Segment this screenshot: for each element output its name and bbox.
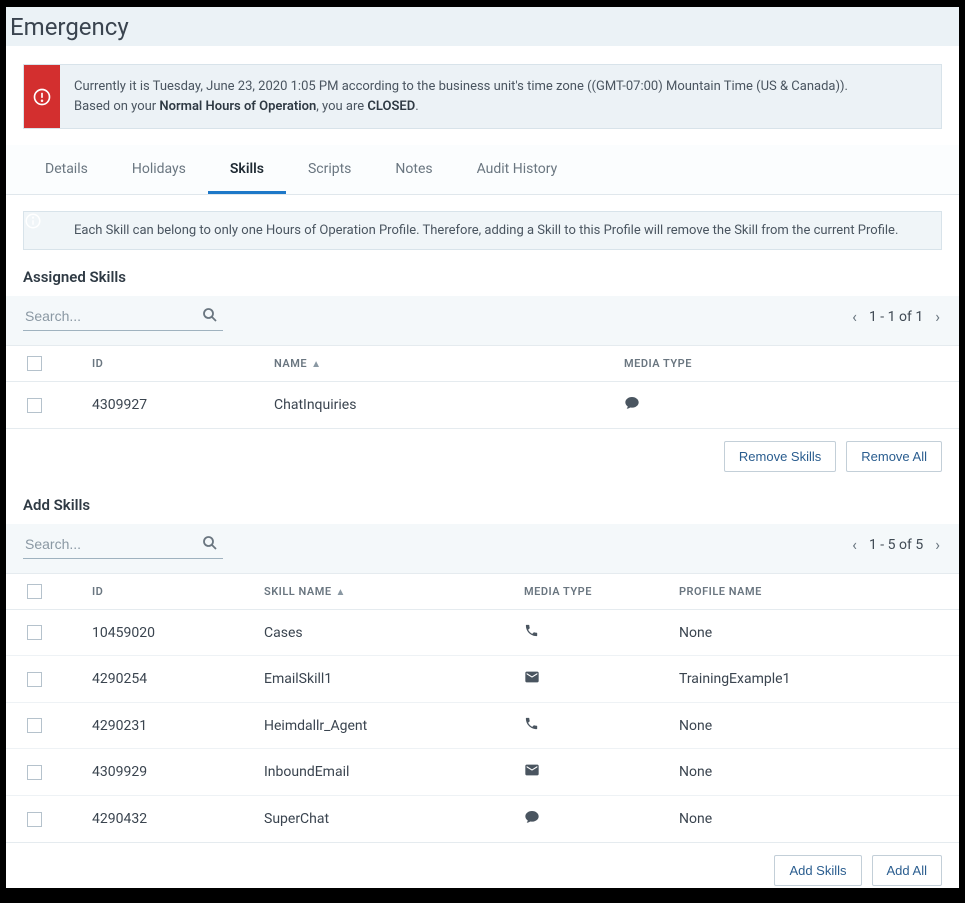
col-media-type[interactable]: MEDIA TYPE <box>612 346 959 382</box>
col-id[interactable]: ID <box>62 346 262 382</box>
tab-bar: Details Holidays Skills Scripts Notes Au… <box>6 145 959 195</box>
tab-audit-history[interactable]: Audit History <box>455 145 580 194</box>
cell-media <box>512 610 667 656</box>
cell-media <box>512 703 667 749</box>
row-checkbox[interactable] <box>27 812 42 827</box>
add-all-button[interactable]: Add All <box>872 855 942 886</box>
assigned-select-all[interactable] <box>27 356 42 371</box>
cell-id: 4290254 <box>62 656 252 703</box>
cell-skill-name: Heimdallr_Agent <box>252 703 512 749</box>
row-checkbox[interactable] <box>27 625 42 640</box>
status-alert: Currently it is Tuesday, June 23, 2020 1… <box>23 64 942 129</box>
cell-media <box>512 796 667 843</box>
alert-line1: Currently it is Tuesday, June 23, 2020 1… <box>74 79 848 94</box>
chat-icon <box>524 809 540 825</box>
email-icon <box>524 762 540 778</box>
remove-skills-button[interactable]: Remove Skills <box>724 441 836 472</box>
col-id[interactable]: ID <box>62 574 252 610</box>
assigned-next-icon[interactable]: › <box>933 307 942 326</box>
info-message: Each Skill can belong to only one Hours … <box>60 212 912 249</box>
tab-holidays[interactable]: Holidays <box>110 145 208 194</box>
add-prev-icon[interactable]: ‹ <box>850 535 859 554</box>
row-checkbox[interactable] <box>27 672 42 687</box>
row-checkbox[interactable] <box>27 398 42 413</box>
cell-profile: None <box>667 796 959 843</box>
cell-media <box>612 382 959 429</box>
add-search-wrap <box>23 530 223 559</box>
tab-notes[interactable]: Notes <box>373 145 454 194</box>
table-row: 4290432 SuperChat None <box>6 796 959 843</box>
add-skills-button[interactable]: Add Skills <box>774 855 861 886</box>
assigned-prev-icon[interactable]: ‹ <box>850 307 859 326</box>
table-row: 4309929 InboundEmail None <box>6 749 959 796</box>
cell-media <box>512 656 667 703</box>
col-media-type[interactable]: MEDIA TYPE <box>512 574 667 610</box>
remove-all-button[interactable]: Remove All <box>846 441 942 472</box>
cell-skill-name: SuperChat <box>252 796 512 843</box>
phone-icon <box>524 716 539 731</box>
add-search-input[interactable] <box>23 530 223 559</box>
add-next-icon[interactable]: › <box>933 535 942 554</box>
sort-asc-icon: ▲ <box>311 359 321 370</box>
col-profile-name[interactable]: PROFILE NAME <box>667 574 959 610</box>
table-row: 4309927 ChatInquiries <box>6 382 959 429</box>
info-alert: Each Skill can belong to only one Hours … <box>23 211 942 250</box>
assigned-pager: ‹ 1 - 1 of 1 › <box>850 307 942 326</box>
cell-profile: None <box>667 610 959 656</box>
assigned-skills-table: ID NAME▲ MEDIA TYPE 4309927 ChatInquirie… <box>6 346 959 429</box>
alert-icon <box>24 65 60 128</box>
phone-icon <box>524 623 539 638</box>
col-name[interactable]: NAME▲ <box>262 346 612 382</box>
assigned-search-input[interactable] <box>23 302 223 331</box>
cell-id: 4290432 <box>62 796 252 843</box>
cell-skill-name: InboundEmail <box>252 749 512 796</box>
chat-icon <box>624 395 640 411</box>
cell-profile: None <box>667 703 959 749</box>
add-skills-title: Add Skills <box>23 496 942 514</box>
row-checkbox[interactable] <box>27 765 42 780</box>
cell-id: 4290231 <box>62 703 252 749</box>
add-pager: ‹ 1 - 5 of 5 › <box>850 535 942 554</box>
tab-scripts[interactable]: Scripts <box>286 145 373 194</box>
assigned-search-wrap <box>23 302 223 331</box>
cell-skill-name: EmailSkill1 <box>252 656 512 703</box>
cell-media <box>512 749 667 796</box>
cell-id: 10459020 <box>62 610 252 656</box>
cell-profile: None <box>667 749 959 796</box>
cell-skill-name: Cases <box>252 610 512 656</box>
assigned-pager-text: 1 - 1 of 1 <box>869 309 923 325</box>
table-row: 10459020 Cases None <box>6 610 959 656</box>
add-select-all[interactable] <box>27 584 42 599</box>
cell-id: 4309929 <box>62 749 252 796</box>
cell-name: ChatInquiries <box>262 382 612 429</box>
add-skills-table: ID SKILL NAME▲ MEDIA TYPE PROFILE NAME 1… <box>6 574 959 843</box>
search-icon[interactable] <box>201 306 219 328</box>
tab-skills[interactable]: Skills <box>208 145 286 194</box>
add-pager-text: 1 - 5 of 5 <box>869 537 923 553</box>
title-bar: Emergency <box>6 7 959 47</box>
cell-id: 4309927 <box>62 382 262 429</box>
assigned-skills-title: Assigned Skills <box>23 268 942 286</box>
cell-profile: TrainingExample1 <box>667 656 959 703</box>
email-icon <box>524 669 540 685</box>
page-title: Emergency <box>10 13 129 41</box>
table-row: 4290231 Heimdallr_Agent None <box>6 703 959 749</box>
info-icon <box>24 212 60 249</box>
col-skill-name[interactable]: SKILL NAME▲ <box>252 574 512 610</box>
sort-asc-icon: ▲ <box>336 587 346 598</box>
tab-details[interactable]: Details <box>23 145 110 194</box>
table-row: 4290254 EmailSkill1 TrainingExample1 <box>6 656 959 703</box>
row-checkbox[interactable] <box>27 718 42 733</box>
search-icon[interactable] <box>201 534 219 556</box>
